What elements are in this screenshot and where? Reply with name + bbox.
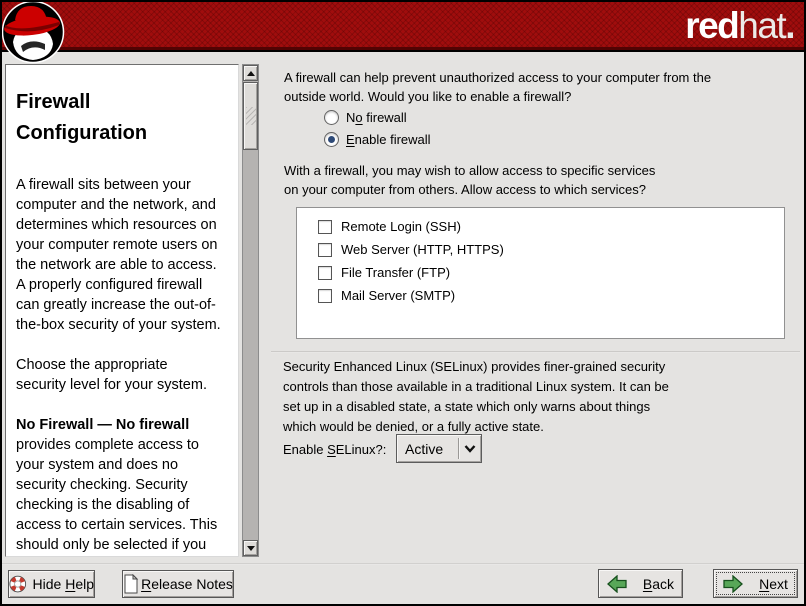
triangle-down-icon (247, 546, 255, 551)
next-label: Next (759, 576, 788, 592)
checkbox-icon[interactable] (318, 289, 332, 303)
help-panel: Firewall Configuration A firewall sits b… (5, 64, 239, 557)
hide-help-label: Hide Help (33, 576, 95, 592)
radio-no-firewall[interactable]: No firewall (324, 110, 407, 125)
document-icon (123, 574, 139, 594)
service-label: Mail Server (SMTP) (341, 288, 455, 303)
checkbox-icon[interactable] (318, 220, 332, 234)
checkbox-icon[interactable] (318, 266, 332, 280)
service-label: Web Server (HTTP, HTTPS) (341, 242, 504, 257)
scroll-down-button[interactable] (243, 540, 258, 556)
next-button[interactable]: Next (713, 569, 798, 598)
arrow-left-icon (607, 575, 627, 593)
radio-enable-firewall-label: Enable firewall (346, 132, 431, 147)
services-list: Remote Login (SSH) Web Server (HTTP, HTT… (296, 207, 785, 339)
wordmark-dot: . (785, 5, 794, 46)
lifebuoy-icon (9, 574, 27, 594)
release-notes-label: Release Notes (141, 576, 233, 592)
selinux-dropdown[interactable]: Active (396, 434, 482, 463)
radio-button-selected-icon[interactable] (324, 132, 339, 147)
footer-separator (2, 563, 804, 565)
scrollbar-grip (246, 107, 256, 125)
help-bold-term: No Firewall — No firewall (16, 417, 189, 433)
header-banner (2, 2, 804, 52)
radio-button-icon[interactable] (324, 110, 339, 125)
help-paragraph: Choose the appropriate security level fo… (16, 355, 230, 395)
triangle-up-icon (247, 71, 255, 76)
service-label: Remote Login (SSH) (341, 219, 461, 234)
firewall-intro-text: A firewall can help prevent unauthorized… (284, 68, 804, 106)
help-paragraph-rest: provides complete access to your system … (16, 437, 217, 557)
installer-window: redhat. Firewall Configuration A firewal… (0, 0, 806, 606)
service-label: File Transfer (FTP) (341, 265, 450, 280)
redhat-wordmark: redhat. (685, 4, 794, 48)
service-row-smtp[interactable]: Mail Server (SMTP) (318, 284, 784, 307)
radio-no-firewall-label: No firewall (346, 110, 407, 125)
release-notes-button[interactable]: Release Notes (122, 570, 234, 598)
help-paragraph: A firewall sits between your computer an… (16, 175, 230, 335)
service-row-http[interactable]: Web Server (HTTP, HTTPS) (318, 238, 784, 261)
help-paragraph: No Firewall — No firewall provides compl… (16, 415, 230, 557)
service-row-ftp[interactable]: File Transfer (FTP) (318, 261, 784, 284)
banner-red-band (2, 2, 804, 47)
arrow-right-icon (723, 575, 743, 593)
radio-enable-firewall[interactable]: Enable firewall (324, 132, 431, 147)
back-label: Back (643, 576, 674, 592)
services-intro-text: With a firewall, you may wish to allow a… (284, 161, 804, 199)
chevron-down-icon (459, 444, 481, 453)
selinux-label: Enable SELinux?: (283, 442, 386, 457)
redhat-shadowman-logo (1, 0, 65, 66)
banner-black-line (2, 50, 804, 52)
selinux-description: Security Enhanced Linux (SELinux) provid… (283, 357, 803, 437)
checkbox-icon[interactable] (318, 243, 332, 257)
wordmark-hat: hat (738, 5, 785, 46)
horizontal-separator (271, 351, 800, 353)
service-row-ssh[interactable]: Remote Login (SSH) (318, 215, 784, 238)
selinux-dropdown-value: Active (397, 441, 458, 457)
back-button[interactable]: Back (598, 569, 683, 598)
help-title: Firewall Configuration (16, 87, 230, 149)
scroll-up-button[interactable] (243, 65, 258, 81)
wordmark-red: red (685, 5, 738, 46)
hide-help-button[interactable]: Hide Help (8, 570, 95, 598)
help-scrollbar[interactable] (242, 64, 259, 557)
scrollbar-thumb[interactable] (243, 82, 258, 150)
